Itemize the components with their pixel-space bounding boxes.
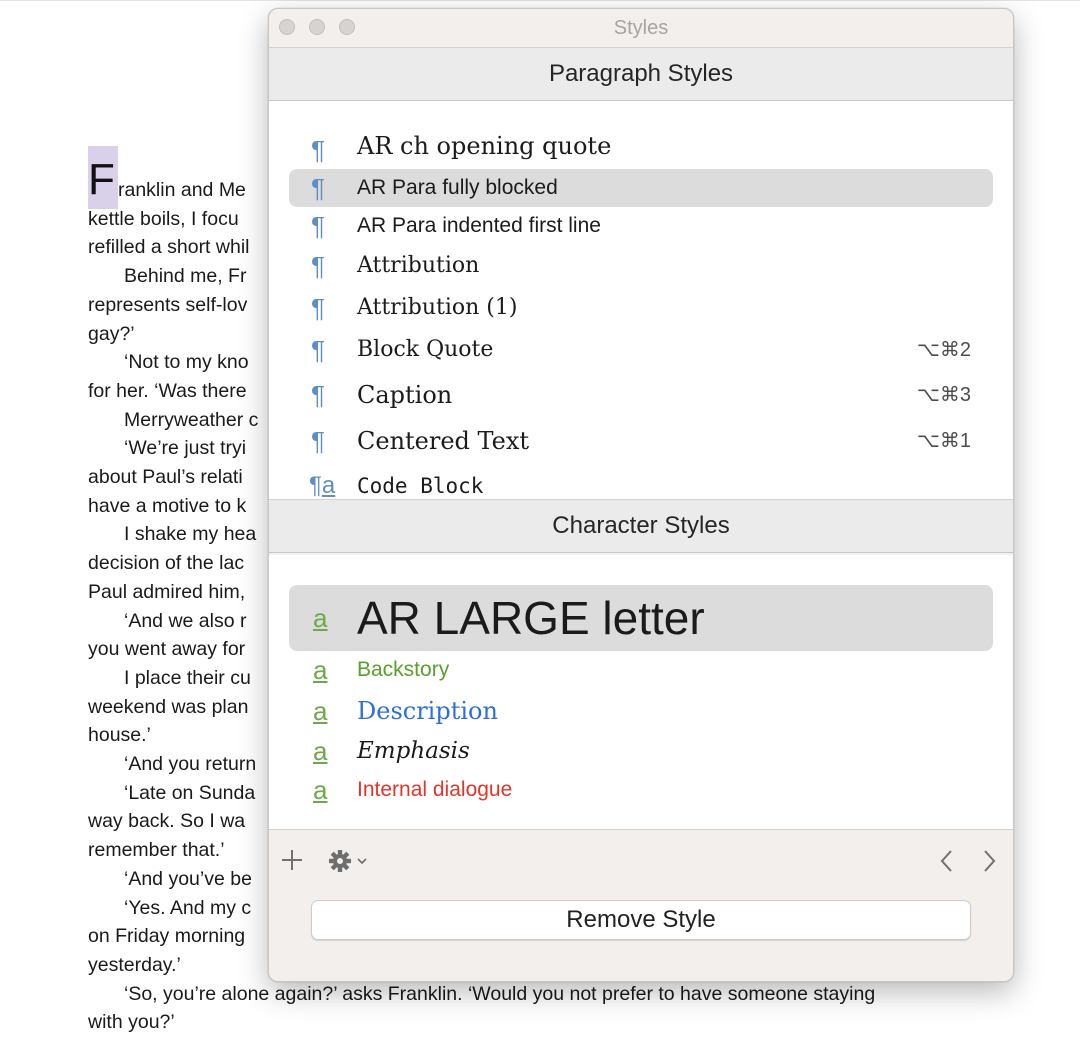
- document-text-line: refilled a short whil: [88, 236, 250, 258]
- document-text-line: represents self-lov: [88, 294, 248, 316]
- char-style-icon: a: [313, 603, 328, 633]
- pilcrow-icon: ¶: [311, 426, 325, 456]
- paragraph-style-item[interactable]: ¶ Caption ⌥⌘3: [289, 376, 993, 414]
- paragraph-style-label: Code Block: [357, 474, 484, 498]
- character-style-item[interactable]: a Internal dialogue: [289, 771, 993, 809]
- document-text-line: ‘And we also r: [124, 610, 247, 632]
- document-text-line: for her. ‘Was there: [88, 380, 247, 402]
- document-text-line: you went away for: [88, 638, 246, 660]
- document-text-line: ‘So, you’re alone again?’ asks Franklin.…: [124, 983, 876, 1005]
- char-style-icon: a: [313, 655, 328, 685]
- char-style-icon: a: [313, 775, 328, 805]
- char-style-icon: a: [313, 696, 328, 726]
- character-style-label: Internal dialogue: [357, 778, 513, 801]
- char-style-icon: a: [313, 736, 328, 766]
- document-text-line: decision of the lac: [88, 552, 245, 574]
- document-text-line: Behind me, Fr: [124, 265, 247, 287]
- character-styles-list: a AR LARGE letter a Backstory a Description a E…: [269, 555, 1013, 829]
- document-text-line: weekend was plan: [88, 696, 249, 718]
- character-style-label: AR LARGE letter: [357, 592, 705, 644]
- character-style-label: Backstory: [357, 658, 450, 681]
- paragraph-style-label: AR ch opening quote: [357, 132, 612, 160]
- chevron-left-icon[interactable]: [937, 848, 957, 880]
- document-text-line: kettle boils, I focu: [88, 208, 239, 230]
- document-text-line: Paul admired him,: [88, 581, 246, 603]
- plus-icon[interactable]: [280, 848, 304, 878]
- pilcrow-icon: ¶: [311, 211, 325, 241]
- document-text-line: ‘We’re just tryi: [124, 437, 247, 459]
- paragraph-style-item[interactable]: ¶ Centered Text ⌥⌘1: [289, 422, 993, 460]
- document-text-line: ‘Not to my kno: [124, 351, 249, 373]
- paragraph-style-item[interactable]: ¶ Block Quote ⌥⌘2: [289, 331, 993, 369]
- paragraph-style-label: Centered Text: [357, 427, 530, 455]
- pilcrow-icon: ¶: [311, 335, 325, 365]
- pilcrow-icon: ¶: [311, 380, 325, 410]
- character-style-label: Emphasis: [357, 738, 470, 764]
- character-style-item[interactable]: a Description: [289, 690, 993, 732]
- document-text-line: ‘And you’ve be: [124, 868, 252, 890]
- document-text-line: I shake my hea: [124, 523, 257, 545]
- paragraph-style-label: Attribution (1): [357, 295, 518, 320]
- pilcrow-icon: ¶: [311, 173, 325, 203]
- document-text-line: on Friday morning: [88, 925, 246, 947]
- pilcrow-icon: ¶: [311, 293, 325, 323]
- document-text-line: with you?’: [88, 1011, 175, 1033]
- chevron-right-icon[interactable]: [979, 848, 999, 880]
- document-text-line: ranklin and Me: [118, 179, 246, 201]
- document-text-line: have a motive to k: [88, 495, 247, 517]
- document-text-line: Merryweather c: [124, 409, 259, 431]
- paragraph-style-label: Attribution: [357, 253, 480, 278]
- character-style-item[interactable]: a Backstory: [289, 651, 993, 689]
- document-text-line: I place their cu: [124, 667, 251, 689]
- title-bar: Styles: [269, 9, 1013, 47]
- document-text-line: ‘And you return: [124, 753, 257, 775]
- pilcrow-char-icon: ¶a: [309, 472, 336, 499]
- character-styles-header: Character Styles: [269, 499, 1013, 553]
- paragraph-style-label: Caption: [357, 381, 453, 409]
- document-text-line: house.’: [88, 724, 151, 746]
- keyboard-shortcut: ⌥⌘3: [916, 384, 971, 406]
- keyboard-shortcut: ⌥⌘1: [916, 430, 971, 452]
- document-text-line: ‘Late on Sunda: [124, 782, 256, 804]
- paragraph-style-item[interactable]: ¶a Code Block: [289, 467, 993, 499]
- pilcrow-icon: ¶: [311, 251, 325, 281]
- keyboard-shortcut: ⌥⌘2: [916, 339, 971, 361]
- character-style-item[interactable]: a AR LARGE letter: [289, 585, 993, 651]
- paragraph-style-item[interactable]: ¶ AR Para indented first line: [289, 207, 993, 245]
- document-text-line: yesterday.’: [88, 954, 181, 976]
- paragraph-styles-list: ¶ AR ch opening quote ¶ AR Para fully block…: [269, 101, 1013, 499]
- paragraph-style-label: AR Para indented first line: [357, 214, 601, 237]
- character-style-label: Description: [357, 697, 498, 725]
- paragraph-style-label: Block Quote: [357, 337, 494, 362]
- document-text-line: remember that.’: [88, 839, 225, 861]
- styles-panel: Styles Paragraph Styles ¶ AR ch opening q…: [268, 8, 1014, 982]
- paragraph-style-item[interactable]: ¶ Attribution: [289, 247, 993, 285]
- window-title: Styles: [613, 17, 669, 39]
- paragraph-style-item[interactable]: ¶ AR Para fully blocked: [289, 169, 993, 207]
- remove-style-button[interactable]: Remove Style: [311, 900, 971, 940]
- paragraph-styles-header: Paragraph Styles: [269, 47, 1013, 101]
- pilcrow-icon: ¶: [311, 135, 325, 165]
- document-text-line: gay?’: [88, 323, 135, 345]
- document-text-line: about Paul’s relati: [88, 466, 243, 488]
- paragraph-style-item[interactable]: ¶ AR ch opening quote: [289, 131, 993, 169]
- divider: [0, 0, 1080, 1]
- document-text-line: way back. So I wa: [88, 810, 246, 832]
- character-style-item[interactable]: a Emphasis: [289, 732, 993, 770]
- dropcap-letter: F: [88, 155, 115, 204]
- gear-icon[interactable]: [327, 848, 371, 880]
- paragraph-style-item[interactable]: ¶ Attribution (1): [289, 289, 993, 327]
- bottom-toolbar: Remove Style: [269, 829, 1013, 981]
- document-text-line: ‘Yes. And my c: [124, 897, 252, 919]
- paragraph-style-label: AR Para fully blocked: [357, 176, 558, 199]
